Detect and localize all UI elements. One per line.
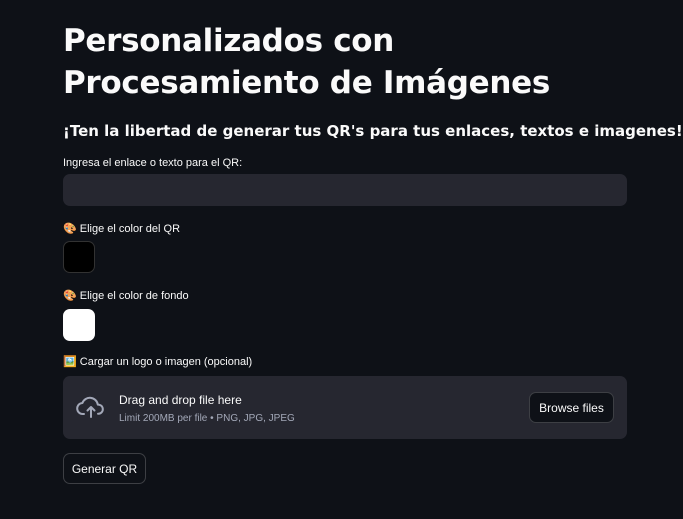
browse-files-button[interactable]: Browse files: [529, 392, 614, 423]
qr-color-label-text: Elige el color del QR: [79, 223, 181, 235]
qr-color-label: 🎨 Elige el color del QR: [63, 222, 180, 236]
page-title: Personalizados con Procesamiento de Imág…: [63, 23, 551, 101]
generate-qr-button[interactable]: Generar QR: [63, 453, 146, 484]
palette-icon: 🎨: [63, 289, 77, 302]
dropzone-instructions: Drag and drop file here: [119, 393, 242, 407]
text-input-label: Ingresa el enlace o texto para el QR:: [63, 157, 243, 169]
picture-icon: 🖼️: [63, 355, 77, 368]
page-subtitle: ¡Ten la libertad de generar tus QR's par…: [63, 119, 683, 143]
cloud-upload-icon: [76, 396, 104, 418]
bg-color-picker[interactable]: [63, 309, 95, 341]
uploader-label-text: Cargar un logo o imagen (opcional): [79, 356, 253, 368]
qr-text-input[interactable]: [63, 174, 627, 206]
subtitle-text: ¡Ten la libertad de generar tus QR's par…: [63, 122, 683, 140]
palette-icon: 🎨: [63, 222, 77, 235]
uploader-label: 🖼️ Cargar un logo o imagen (opcional): [63, 355, 252, 369]
file-dropzone[interactable]: Drag and drop file here Limit 200MB per …: [63, 376, 627, 439]
bg-color-label: 🎨 Elige el color de fondo: [63, 289, 189, 303]
qr-color-picker[interactable]: [63, 241, 95, 273]
dropzone-limit-text: Limit 200MB per file • PNG, JPG, JPEG: [119, 413, 295, 424]
bg-color-label-text: Elige el color de fondo: [79, 290, 189, 302]
